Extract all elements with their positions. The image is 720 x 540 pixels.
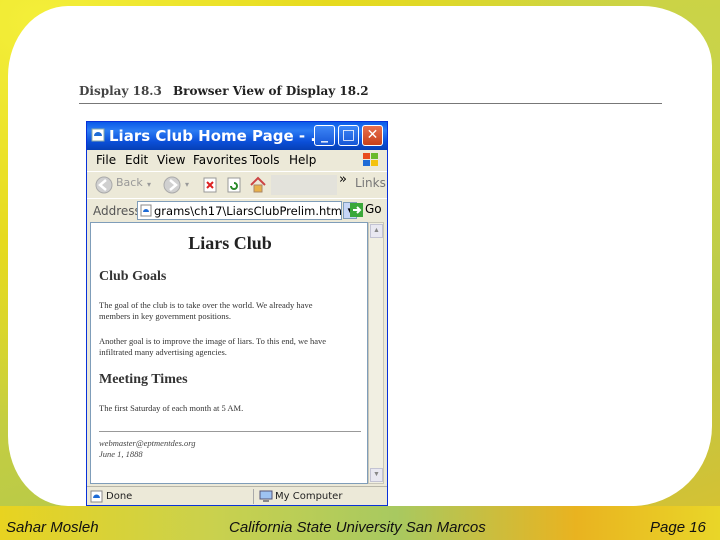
toolbar-spacer (271, 175, 337, 195)
forward-arrow-icon[interactable] (163, 176, 181, 194)
back-label[interactable]: Back (116, 176, 143, 189)
close-button[interactable]: ✕ (362, 125, 383, 146)
menu-file[interactable]: File (96, 153, 116, 167)
page-content: Liars Club Club Goals The goal of the cl… (90, 222, 368, 484)
go-button[interactable]: Go (365, 202, 382, 216)
display-number: Display 18.3 (79, 84, 162, 98)
menu-edit[interactable]: Edit (125, 153, 148, 167)
refresh-icon[interactable] (227, 177, 241, 193)
forward-dropdown-icon[interactable]: ▾ (185, 180, 189, 189)
address-bar: Address grams\ch17\LiarsClubPrelim.html … (87, 198, 387, 223)
display-header: Display 18.3 Browser View of Display 18.… (64, 76, 676, 106)
title-bar[interactable]: Liars Club Home Page - ... _ □ ✕ (87, 122, 387, 150)
links-label[interactable]: Links (355, 176, 386, 190)
my-computer-icon (259, 490, 273, 502)
page-icon (140, 204, 152, 217)
goals-paragraph2-line1: Another goal is to improve the image of … (99, 336, 327, 346)
home-icon[interactable] (249, 176, 267, 193)
status-page-icon (90, 490, 103, 503)
window-title: Liars Club Home Page - ... (109, 127, 328, 145)
menu-view[interactable]: View (157, 153, 185, 167)
vertical-scrollbar[interactable]: ▲ ▼ (368, 222, 384, 484)
windows-logo-icon (363, 153, 378, 166)
display-title: Browser View of Display 18.2 (173, 84, 369, 98)
goals-paragraph2-line2: infiltrated many advertising agencies. (99, 347, 227, 357)
footer-page-number: Page 16 (650, 519, 706, 536)
meeting-times-heading: Meeting Times (99, 372, 188, 387)
meeting-times-text: The first Saturday of each month at 5 AM… (99, 403, 244, 413)
maximize-button[interactable]: □ (338, 125, 359, 146)
go-arrow-icon[interactable] (350, 203, 363, 222)
toolbar-chevron[interactable]: » (339, 172, 347, 187)
scroll-down-icon[interactable]: ▼ (370, 468, 383, 482)
address-label: Address (93, 204, 141, 218)
browser-window: Liars Club Home Page - ... _ □ ✕ File Ed… (86, 121, 388, 506)
address-value: grams\ch17\LiarsClubPrelim.html (154, 204, 346, 218)
menu-bar: File Edit View Favorites Tools Help (87, 150, 387, 170)
status-zone: My Computer (275, 491, 343, 502)
status-bar: Done My Computer (87, 486, 387, 506)
page-date: June 1, 1888 (99, 449, 143, 459)
goals-paragraph-line2: members in key government positions. (99, 311, 231, 321)
webmaster-email[interactable]: webmaster@eptmentdes.org (99, 438, 196, 449)
horizontal-rule (99, 431, 361, 432)
scroll-up-icon[interactable]: ▲ (370, 224, 383, 238)
goals-paragraph-line1: The goal of the club is to take over the… (99, 300, 313, 310)
status-separator (253, 489, 254, 504)
back-arrow-icon[interactable] (95, 176, 113, 194)
status-done: Done (106, 491, 133, 502)
display-rule (79, 103, 662, 104)
toolbar: Back ▾ ▾ » Links (87, 171, 387, 198)
page-heading: Liars Club (188, 233, 272, 253)
menu-help[interactable]: Help (289, 153, 316, 167)
menu-favorites[interactable]: Favorites (193, 153, 247, 167)
address-input[interactable]: grams\ch17\LiarsClubPrelim.html (137, 201, 346, 220)
back-dropdown-icon[interactable]: ▾ (147, 180, 151, 189)
ie-page-icon (91, 128, 105, 142)
minimize-button[interactable]: _ (314, 125, 335, 146)
menu-tools[interactable]: Tools (250, 153, 280, 167)
stop-icon[interactable] (203, 177, 217, 193)
footer-author: Sahar Mosleh (6, 519, 99, 536)
footer-university: California State University San Marcos (229, 519, 486, 536)
club-goals-heading: Club Goals (99, 269, 167, 284)
